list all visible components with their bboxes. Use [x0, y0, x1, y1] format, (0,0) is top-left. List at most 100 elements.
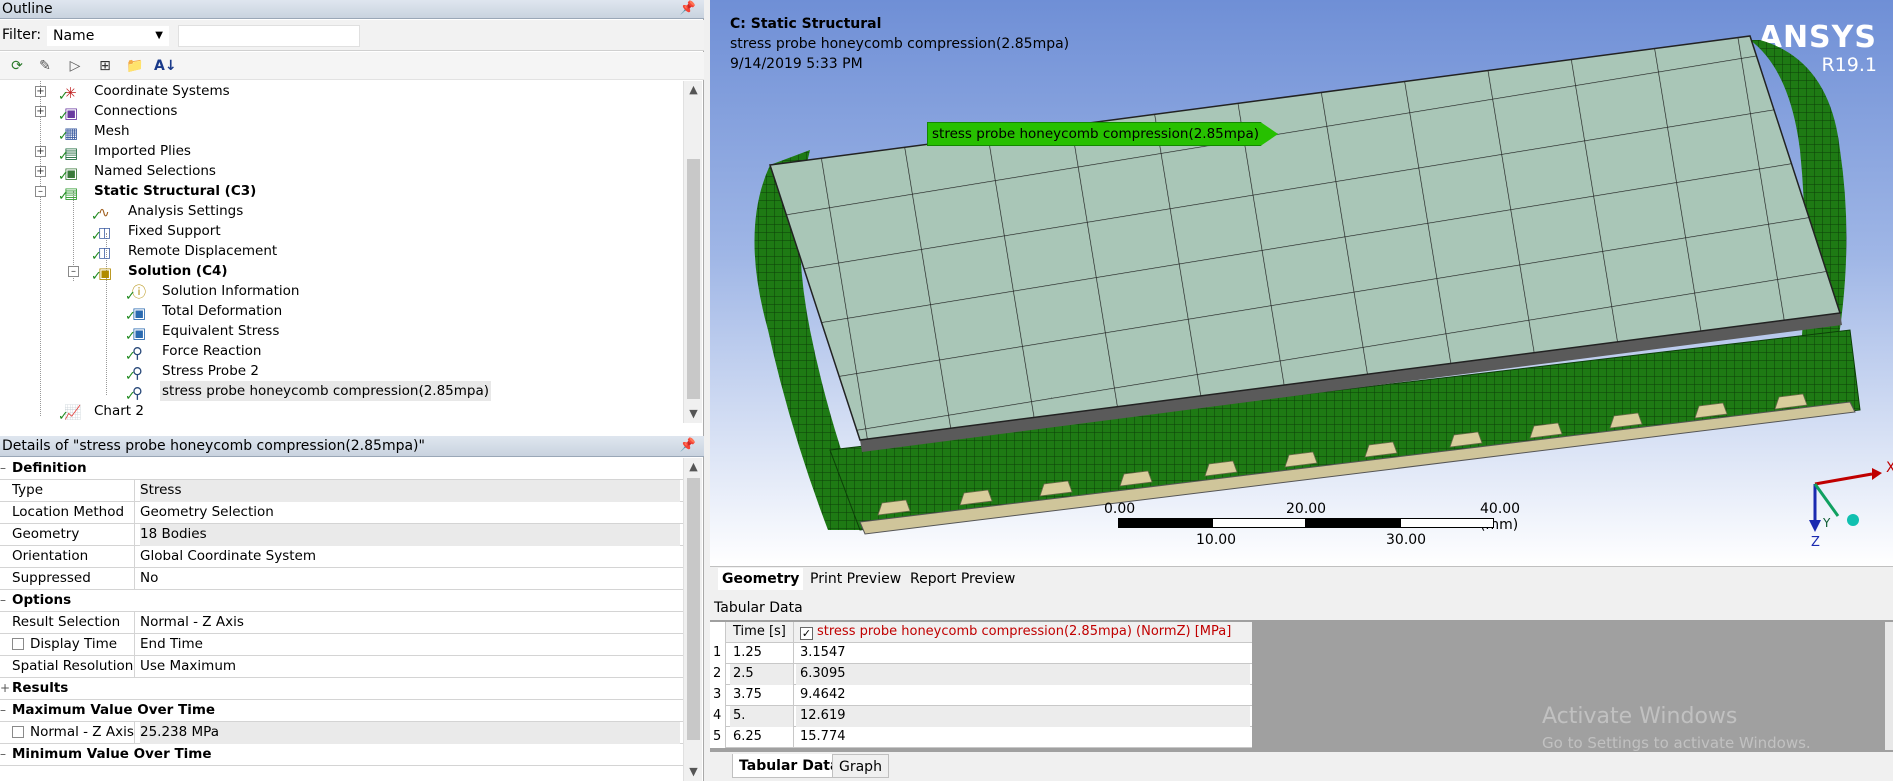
expand-icon[interactable]: + [35, 146, 46, 157]
tree-item-solution-information[interactable]: ⓘ ✓ Solution Information [0, 281, 680, 304]
property-value[interactable]: Use Maximum [140, 656, 680, 678]
collapse-icon[interactable]: – [0, 744, 10, 765]
tree-item-fixed-support[interactable]: ◫ ✓ Fixed Support [0, 221, 680, 244]
tree-item-total-deformation[interactable]: ▣ ✓ Total Deformation [0, 301, 680, 324]
expand-branch-icon[interactable]: ▷ [64, 56, 86, 76]
folder-icon[interactable]: 📁 [124, 56, 146, 76]
scroll-up-icon[interactable]: ▲ [684, 81, 703, 99]
table-row[interactable]: 1 1.25 3.1547 [710, 643, 1252, 664]
filter-text-input[interactable] [178, 25, 360, 47]
tree-item-remote-displacement[interactable]: ◫ ✓ Remote Displacement [0, 241, 680, 264]
details-title: Details of "stress probe honeycomb compr… [2, 438, 425, 454]
tree-item-static-structural[interactable]: – ▤ ✓ Static Structural (C3) [0, 181, 680, 204]
table-row[interactable]: 2 2.5 6.3095 [710, 664, 1252, 685]
sort-az-icon[interactable]: A↓ [154, 56, 177, 76]
tree-item-analysis-settings[interactable]: ∿ ✓ Analysis Settings [0, 201, 680, 224]
expand-icon[interactable]: + [0, 678, 10, 699]
pin-icon[interactable]: 📌 [680, 0, 696, 18]
tree-item-stress-probe-2[interactable]: ⚲ ✓ Stress Probe 2 [0, 361, 680, 384]
filter-row: Filter: Name ▼ [0, 20, 704, 51]
scroll-thumb[interactable] [687, 478, 700, 740]
group-label: Results [12, 680, 69, 696]
tree-item-label: Imported Plies [94, 143, 191, 159]
details-scrollbar[interactable]: ▲ ▼ [683, 458, 702, 781]
group-minimum-value[interactable]: – Minimum Value Over Time [0, 744, 683, 766]
probe-annotation[interactable]: stress probe honeycomb compression(2.85m… [927, 122, 1279, 146]
scale-label-30: 30.00 [1386, 532, 1427, 548]
collapse-icon[interactable]: – [0, 458, 10, 479]
row-spatial-resolution[interactable]: Spatial Resolution Use Maximum [0, 656, 683, 678]
table-row[interactable]: 3 3.75 9.4642 [710, 685, 1252, 706]
property-value[interactable]: No [140, 568, 680, 590]
scroll-down-icon[interactable]: ▼ [684, 763, 703, 781]
tab-tabular-data[interactable]: Tabular Data [732, 754, 847, 778]
group-maximum-value[interactable]: – Maximum Value Over Time [0, 700, 683, 722]
expand-icon[interactable]: + [35, 166, 46, 177]
tree-item-coordinate-systems[interactable]: + ✳ ✓ Coordinate Systems [0, 81, 680, 104]
row-orientation[interactable]: Orientation Global Coordinate System [0, 546, 683, 568]
property-value[interactable]: Normal - Z Axis [140, 612, 680, 634]
tree-item-named-selections[interactable]: + ▣ ✓ Named Selections [0, 161, 680, 184]
property-value[interactable]: Stress [140, 480, 680, 502]
group-options[interactable]: – Options [0, 590, 683, 612]
row-display-time[interactable]: Display Time End Time [0, 634, 683, 656]
group-label: Maximum Value Over Time [12, 702, 216, 718]
tree-item-label: Connections [94, 103, 178, 119]
row-normal-z-axis[interactable]: Normal - Z Axis 25.238 MPa [0, 722, 683, 744]
collapse-icon[interactable]: – [35, 186, 46, 197]
column-header-value[interactable]: ✓ stress probe honeycomb compression(2.85… [796, 622, 1250, 643]
table-row[interactable]: 5 6.25 15.774 [710, 727, 1252, 748]
tab-geometry[interactable]: Geometry [718, 568, 804, 590]
parameter-checkbox[interactable] [12, 638, 24, 650]
property-value[interactable]: Global Coordinate System [140, 546, 680, 568]
tab-print-preview[interactable]: Print Preview [806, 568, 905, 590]
tree-item-label: Remote Displacement [128, 243, 278, 259]
property-value[interactable]: 18 Bodies [140, 524, 680, 546]
tree-item-mesh[interactable]: ▦ ✓ Mesh [0, 121, 680, 144]
group-results[interactable]: + Results [0, 678, 683, 700]
expand-all-icon[interactable]: ⊞ [94, 56, 116, 76]
collapse-icon[interactable]: – [0, 700, 10, 721]
collapse-icon[interactable]: – [68, 266, 79, 277]
tab-report-preview[interactable]: Report Preview [906, 568, 1019, 590]
outline-scrollbar[interactable]: ▲ ▼ [683, 81, 702, 423]
tree-item-force-reaction[interactable]: ⚲ ✓ Force Reaction [0, 341, 680, 364]
property-name: Orientation [12, 546, 135, 568]
filter-type-select[interactable]: Name ▼ [46, 25, 170, 47]
parameter-checkbox[interactable] [12, 726, 24, 738]
scale-segment [1118, 518, 1212, 528]
scroll-thumb[interactable] [687, 159, 700, 399]
row-type[interactable]: Type Stress [0, 480, 683, 502]
refresh-icon[interactable]: ⟳ [6, 56, 28, 76]
property-value[interactable]: End Time [140, 634, 680, 656]
watermark-line-1: Activate Windows [1542, 704, 1738, 729]
column-header-time[interactable]: Time [s] [730, 622, 794, 643]
tree-item-equivalent-stress[interactable]: ▣ ✓ Equivalent Stress [0, 321, 680, 344]
tree-item-solution[interactable]: – ▣ ✓ Solution (C4) [0, 261, 680, 284]
column-header-value-text: stress probe honeycomb compression(2.85m… [817, 624, 1232, 639]
pin-icon[interactable]: 📌 [680, 436, 696, 456]
expand-icon[interactable]: + [35, 106, 46, 117]
property-value[interactable]: Geometry Selection [140, 502, 680, 524]
tree-item-stress-probe-honeycomb[interactable]: ⚲ ✓ stress probe honeycomb compression(2… [0, 381, 680, 404]
honeycomb-model[interactable]: X Y Z [710, 0, 1893, 566]
row-result-selection[interactable]: Result Selection Normal - Z Axis [0, 612, 683, 634]
tree-item-connections[interactable]: + ▣ ✓ Connections [0, 101, 680, 124]
tabular-scrollbar[interactable] [1885, 622, 1893, 750]
scroll-up-icon[interactable]: ▲ [684, 458, 703, 476]
group-definition[interactable]: – Definition [0, 458, 683, 480]
tree-item-imported-plies[interactable]: + ▤ ✓ Imported Plies [0, 141, 680, 164]
filter-label: Filter: [2, 27, 42, 43]
check-icon[interactable]: ✓ [800, 627, 813, 640]
row-suppressed[interactable]: Suppressed No [0, 568, 683, 590]
graphics-viewport[interactable]: C: Static Structural stress probe honeyc… [710, 0, 1893, 566]
row-location-method[interactable]: Location Method Geometry Selection [0, 502, 683, 524]
scroll-down-icon[interactable]: ▼ [684, 405, 703, 423]
tree-item-chart-2[interactable]: 📈 ✓ Chart 2 [0, 401, 680, 423]
collapse-icon[interactable]: – [0, 590, 10, 611]
tab-graph[interactable]: Graph [832, 754, 889, 778]
row-geometry[interactable]: Geometry 18 Bodies [0, 524, 683, 546]
suppress-icon[interactable]: ✎ [34, 56, 56, 76]
table-row[interactable]: 4 5. 12.619 [710, 706, 1252, 727]
expand-icon[interactable]: + [35, 86, 46, 97]
